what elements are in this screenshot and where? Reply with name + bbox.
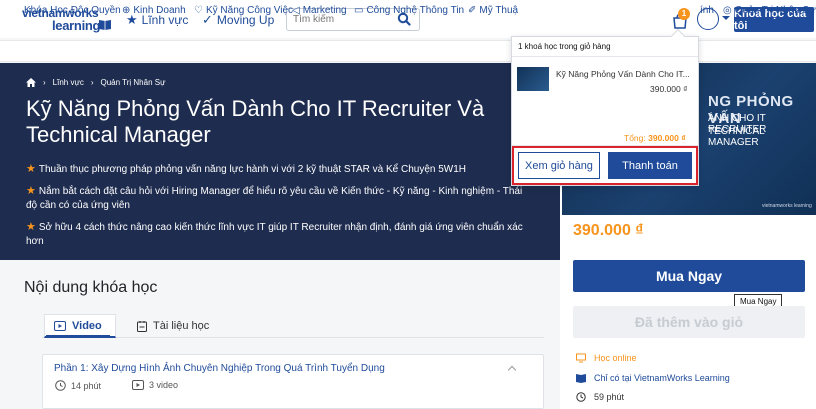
logo-text-bottom: learning xyxy=(52,18,101,33)
chevron-down-icon[interactable] xyxy=(722,16,730,20)
part-duration: 14 phút xyxy=(55,380,101,391)
monitor-icon: ▭ xyxy=(354,5,364,16)
megaphone-icon: ◁ xyxy=(292,5,300,16)
cart-item-price: 390.000 ₫ xyxy=(650,84,688,94)
added-to-cart-button[interactable]: Đã thêm vào giỏ xyxy=(573,306,805,338)
category-marketing-label: Marketing xyxy=(302,5,347,16)
clock-icon xyxy=(55,380,66,391)
buy-now-button[interactable]: Mua Ngay xyxy=(573,260,805,292)
course-benefit-text: Sở hữu 4 cách thức nâng cao kiến thức lĩ… xyxy=(26,222,523,247)
part-duration-label: 14 phút xyxy=(71,380,102,391)
divider xyxy=(512,56,698,57)
view-cart-button[interactable]: Xem giỏ hàng xyxy=(518,152,600,179)
logo-book-icon xyxy=(99,20,111,30)
cart-count-badge: 1 xyxy=(678,8,690,20)
category-hr[interactable]: ◎ Quản Trị Nhân Sự xyxy=(723,5,816,16)
clock-icon xyxy=(576,392,586,402)
course-benefit: ★ Nắm bắt cách đặt câu hỏi với Hiring Man… xyxy=(26,184,536,213)
cart-total-value: 390.000 ₫ xyxy=(648,133,686,143)
feature-exclusive-label: Chỉ có tại VietnamWorks Learning xyxy=(594,373,730,383)
globe-icon: ⊕ xyxy=(122,5,131,16)
star-icon: ★ xyxy=(26,163,36,175)
breadcrumb-hr[interactable]: Quản Trị Nhân Sự xyxy=(101,78,166,87)
feature-online-label: Học online xyxy=(594,353,637,363)
course-content-title: Nội dung khóa học xyxy=(24,279,158,296)
video-icon xyxy=(54,321,66,331)
people-icon: ◎ xyxy=(723,5,732,16)
book-icon xyxy=(576,374,586,383)
cart-item-thumbnail[interactable] xyxy=(517,67,549,91)
video-icon xyxy=(132,380,144,390)
feature-duration-label: 59 phút xyxy=(594,392,625,402)
category-business[interactable]: ⊕ Kinh Doanh xyxy=(122,5,186,16)
category-art-label: Mỹ Thuậ xyxy=(479,5,519,16)
thumbnail-line-3: TECHNICAL MANAGER xyxy=(708,126,765,148)
category-hr-label: Quản Trị Nhân Sự xyxy=(734,5,816,16)
tab-documents[interactable]: Tài liệu học xyxy=(137,320,209,332)
breadcrumb-linh-vuc[interactable]: Lĩnh vực xyxy=(53,78,84,87)
breadcrumb-separator: › xyxy=(43,78,46,87)
part-videos-label: 3 video xyxy=(149,380,179,390)
checkout-button[interactable]: Thanh toán xyxy=(608,152,692,179)
cart-total: Tổng: 390.000 ₫ xyxy=(624,133,686,143)
category-art[interactable]: ✐ Mỹ Thuậ xyxy=(468,5,518,16)
document-icon xyxy=(137,320,147,332)
online-icon xyxy=(576,353,586,363)
feature-exclusive: Chỉ có tại VietnamWorks Learning xyxy=(576,373,730,383)
tab-video-content[interactable]: Video xyxy=(46,320,110,337)
tab-documents-label: Tài liệu học xyxy=(153,320,210,332)
part-videos: 3 video xyxy=(132,380,178,390)
category-work-skills[interactable]: ♡ Kỹ Năng Công Việc xyxy=(194,5,293,16)
heart-icon: ♡ xyxy=(194,5,203,16)
course-title: Kỹ Năng Phỏng Vấn Dành Cho IT Recruiter … xyxy=(26,96,485,147)
course-benefit: ★ Sở hữu 4 cách thức nâng cao kiến thức l… xyxy=(26,220,536,249)
star-icon: ★ xyxy=(26,185,36,197)
category-work-skills-label: Kỹ Năng Công Việc xyxy=(205,5,294,16)
cart-total-label: Tổng: xyxy=(624,133,646,143)
home-icon[interactable] xyxy=(26,78,36,87)
course-benefit: ★ Thuần thục phương pháp phỏng vấn năng l… xyxy=(26,162,536,177)
cart-item-title[interactable]: Kỹ Năng Phỏng Vấn Dành Cho IT... xyxy=(556,69,692,79)
brush-icon: ✐ xyxy=(468,5,477,16)
cart-header: 1 khoá học trong giỏ hàng xyxy=(518,42,611,51)
category-finance-label: ính xyxy=(700,5,714,16)
category-it[interactable]: ▭ Công Nghệ Thông Tin xyxy=(354,5,464,16)
category-it-label: Công Nghệ Thông Tin xyxy=(366,5,465,16)
thumbnail-watermark: vietnamworks learning xyxy=(762,203,812,209)
star-icon: ★ xyxy=(26,221,36,233)
course-price: 390.000 ₫ xyxy=(573,222,644,239)
course-benefit-text: Thuần thục phương pháp phỏng vấn năng lự… xyxy=(38,164,466,175)
category-exclusive[interactable]: Khóa Học Độc Quyền xyxy=(24,5,121,16)
feature-online: Học online xyxy=(576,353,637,363)
category-business-label: Kinh Doanh xyxy=(133,5,186,16)
category-finance[interactable]: ính xyxy=(700,5,714,16)
feature-duration: 59 phút xyxy=(576,392,624,402)
breadcrumb-separator: › xyxy=(90,78,94,87)
course-benefit-text: Nắm bắt cách đặt câu hỏi với Hiring Mana… xyxy=(26,186,523,211)
category-marketing[interactable]: ◁ Marketing xyxy=(292,5,347,16)
breadcrumb: › Lĩnh vực › Quản Trị Nhân Sự xyxy=(26,78,165,87)
category-exclusive-label: Khóa Học Độc Quyền xyxy=(24,5,121,16)
course-part-title[interactable]: Phần 1: Xây Dựng Hình Ảnh Chuyên Nghiệp … xyxy=(54,363,385,374)
tab-video-label: Video xyxy=(72,320,102,332)
content-tabs xyxy=(42,316,544,338)
